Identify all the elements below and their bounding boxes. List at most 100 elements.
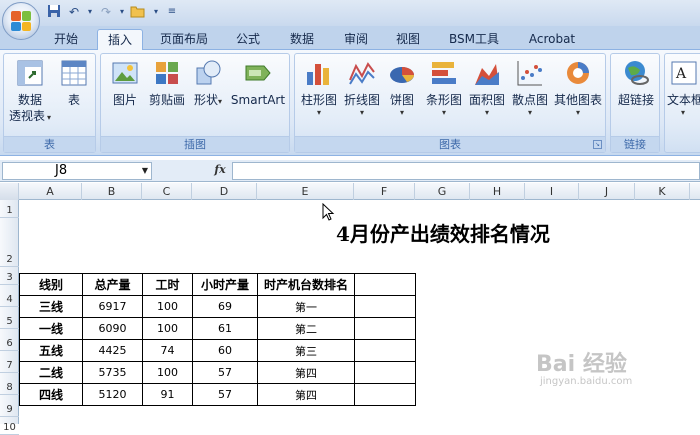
row-header-9[interactable]: 9: [0, 395, 19, 417]
cell-f[interactable]: [354, 383, 416, 406]
cell-total-output[interactable]: 5735: [82, 361, 143, 384]
tab-page-layout[interactable]: 页面布局: [152, 29, 216, 50]
cell-f[interactable]: [354, 339, 416, 362]
tab-home[interactable]: 开始: [44, 29, 88, 50]
tab-acrobat[interactable]: Acrobat: [520, 29, 584, 50]
save-icon[interactable]: [46, 4, 62, 20]
bar-chart-button[interactable]: 条形图 ▾: [423, 58, 465, 118]
row-header-4[interactable]: 4: [0, 285, 19, 307]
header-cell-line[interactable]: 线别: [19, 273, 83, 296]
header-cell-hourly-output[interactable]: 小时产量: [192, 273, 258, 296]
row-header-5[interactable]: 5: [0, 307, 19, 329]
customize-qat-icon[interactable]: ≡: [164, 4, 180, 20]
cell-f[interactable]: [354, 295, 416, 318]
row-header-10[interactable]: 10: [0, 417, 19, 435]
row-header-3[interactable]: 3: [0, 267, 19, 285]
row-header-8[interactable]: 8: [0, 373, 19, 395]
smartart-button[interactable]: SmartArt: [229, 58, 287, 108]
column-header-b[interactable]: B: [82, 183, 142, 200]
select-all-corner[interactable]: [0, 183, 19, 200]
column-header-d[interactable]: D: [192, 183, 257, 200]
scatter-chart-button[interactable]: 散点图 ▾: [509, 58, 551, 118]
cell-hourly-output[interactable]: 57: [192, 383, 258, 406]
cell-total-output[interactable]: 6917: [82, 295, 143, 318]
office-button[interactable]: [2, 2, 40, 40]
cell-hours[interactable]: 100: [142, 361, 193, 384]
row-header-1[interactable]: 1: [0, 200, 19, 218]
tab-data[interactable]: 数据: [280, 29, 324, 50]
column-header-e[interactable]: E: [257, 183, 354, 200]
column-header-j[interactable]: J: [579, 183, 635, 200]
row-header-2[interactable]: 2: [0, 218, 19, 267]
column-header-l[interactable]: [690, 183, 700, 200]
cell-line[interactable]: 二线: [19, 361, 83, 384]
sheet-title[interactable]: 4月份产出绩效排名情况: [336, 218, 550, 247]
insert-function-icon[interactable]: fx: [210, 163, 230, 179]
cell-line[interactable]: 五线: [19, 339, 83, 362]
tab-bsm-tools[interactable]: BSM工具: [440, 29, 508, 50]
pie-chart-button[interactable]: 饼图 ▾: [385, 58, 419, 118]
picture-button[interactable]: 图片: [107, 58, 143, 108]
cell-total-output[interactable]: 6090: [82, 317, 143, 340]
header-cell-f[interactable]: [354, 273, 416, 296]
cell-hourly-output[interactable]: 57: [192, 361, 258, 384]
cell-total-output[interactable]: 5120: [82, 383, 143, 406]
cell-rank[interactable]: 第三: [257, 339, 355, 362]
line-chart-button[interactable]: 折线图 ▾: [341, 58, 383, 118]
header-cell-rank[interactable]: 时产机台数排名: [257, 273, 355, 296]
picture-label: 图片: [112, 93, 137, 107]
formula-input[interactable]: [232, 162, 700, 180]
redo-dropdown-icon[interactable]: ▾: [114, 4, 130, 20]
smartart-label: SmartArt: [230, 93, 286, 107]
undo-dropdown-icon[interactable]: ▾: [82, 4, 98, 20]
table-button[interactable]: 表: [56, 58, 92, 108]
tab-review[interactable]: 审阅: [334, 29, 378, 50]
tab-formulas[interactable]: 公式: [226, 29, 270, 50]
column-header-k[interactable]: K: [635, 183, 690, 200]
column-header-i[interactable]: I: [525, 183, 579, 200]
cell-rank[interactable]: 第二: [257, 317, 355, 340]
column-header-c[interactable]: C: [142, 183, 192, 200]
row-header-6[interactable]: 6: [0, 329, 19, 351]
cell-rank[interactable]: 第一: [257, 295, 355, 318]
cell-rank[interactable]: 第四: [257, 383, 355, 406]
row-header-7[interactable]: 7: [0, 351, 19, 373]
column-chart-button[interactable]: 柱形图 ▾: [299, 58, 339, 118]
cell-line[interactable]: 四线: [19, 383, 83, 406]
cell-hours[interactable]: 74: [142, 339, 193, 362]
text-box-button[interactable]: A 文本框 ▾: [667, 58, 700, 118]
charts-dialog-launcher-icon[interactable]: ↘: [593, 140, 602, 149]
tab-view[interactable]: 视图: [386, 29, 430, 50]
cell-hours[interactable]: 100: [142, 317, 193, 340]
tab-insert[interactable]: 插入: [97, 29, 143, 51]
cell-f[interactable]: [354, 361, 416, 384]
hyperlink-button[interactable]: 超链接: [614, 58, 658, 108]
name-box[interactable]: J8 ▼: [2, 162, 152, 180]
redo-icon[interactable]: ↷: [98, 4, 114, 20]
column-header-f[interactable]: F: [354, 183, 415, 200]
column-header-h[interactable]: H: [470, 183, 525, 200]
shapes-button[interactable]: 形状▾: [191, 58, 225, 108]
header-cell-hours[interactable]: 工时: [142, 273, 193, 296]
open-folder-icon[interactable]: [130, 4, 146, 20]
cell-hours[interactable]: 100: [142, 295, 193, 318]
pivot-table-button[interactable]: 数据 透视表 ▾: [8, 58, 52, 124]
header-cell-total-output[interactable]: 总产量: [82, 273, 143, 296]
cell-hours[interactable]: 91: [142, 383, 193, 406]
undo-icon[interactable]: ↶: [66, 4, 82, 20]
cell-hourly-output[interactable]: 61: [192, 317, 258, 340]
other-charts-button[interactable]: 其他图表 ▾: [553, 58, 603, 118]
cell-hourly-output[interactable]: 60: [192, 339, 258, 362]
cell-f[interactable]: [354, 317, 416, 340]
clip-art-button[interactable]: 剪贴画: [147, 58, 187, 108]
cell-rank[interactable]: 第四: [257, 361, 355, 384]
cell-line[interactable]: 三线: [19, 295, 83, 318]
cell-line[interactable]: 一线: [19, 317, 83, 340]
cell-total-output[interactable]: 4425: [82, 339, 143, 362]
column-header-a[interactable]: A: [19, 183, 82, 200]
column-header-g[interactable]: G: [415, 183, 470, 200]
area-chart-button[interactable]: 面积图 ▾: [467, 58, 507, 118]
open-dropdown-icon[interactable]: ▾: [148, 4, 164, 20]
cell-hourly-output[interactable]: 69: [192, 295, 258, 318]
name-box-dropdown-icon[interactable]: ▼: [142, 163, 148, 179]
